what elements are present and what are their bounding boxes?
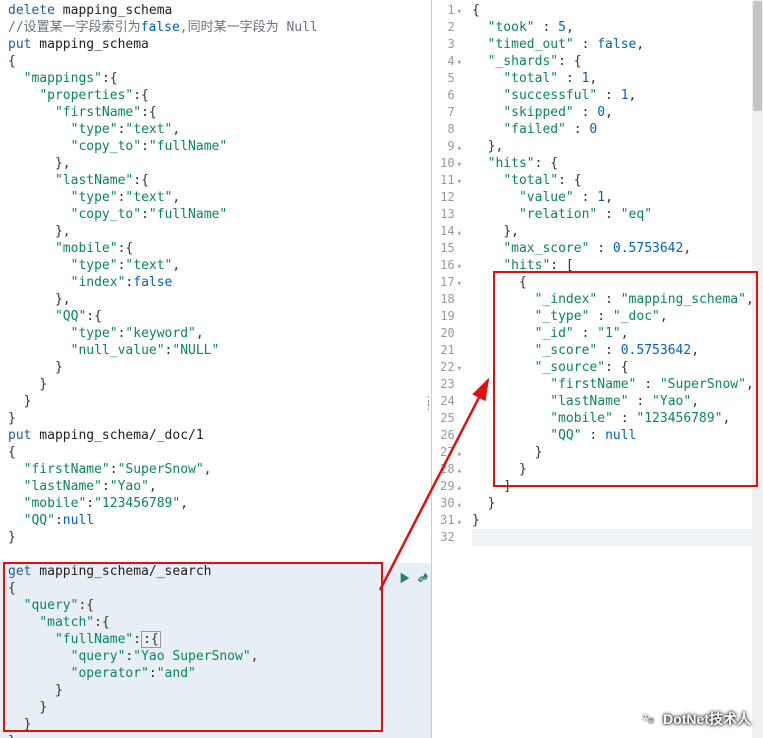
response-pane[interactable]: 1▾2 3 4▾5 6 7 8 9▴10▾11▾12 13 14▴15 16▾1… <box>432 0 763 738</box>
watermark: DotNet技术人 <box>639 710 751 728</box>
scrollbar[interactable] <box>752 0 763 738</box>
wechat-icon <box>639 710 657 728</box>
keyword-get: get <box>8 564 31 579</box>
editor-container: delete mapping_schema //设置某一字段索引为false,同… <box>0 0 763 738</box>
keyword-delete: delete <box>8 3 55 18</box>
request-pane[interactable]: delete mapping_schema //设置某一字段索引为false,同… <box>0 0 432 738</box>
line-gutter: 1▾2 3 4▾5 6 7 8 9▴10▾11▾12 13 14▴15 16▾1… <box>432 0 466 738</box>
scrollbar-thumb[interactable] <box>753 1 762 111</box>
run-icon[interactable] <box>398 571 412 585</box>
request-code[interactable]: delete mapping_schema //设置某一字段索引为false,同… <box>0 0 431 738</box>
pane-resize-handle[interactable]: ⋮⋮ <box>423 398 433 408</box>
response-code[interactable]: { "took" : 5, "timed_out" : false, "_sha… <box>466 0 763 738</box>
wrench-icon[interactable] <box>416 571 430 585</box>
watermark-text: DotNet技术人 <box>663 710 751 728</box>
request-actions <box>398 571 430 585</box>
keyword-put: put <box>8 37 31 52</box>
